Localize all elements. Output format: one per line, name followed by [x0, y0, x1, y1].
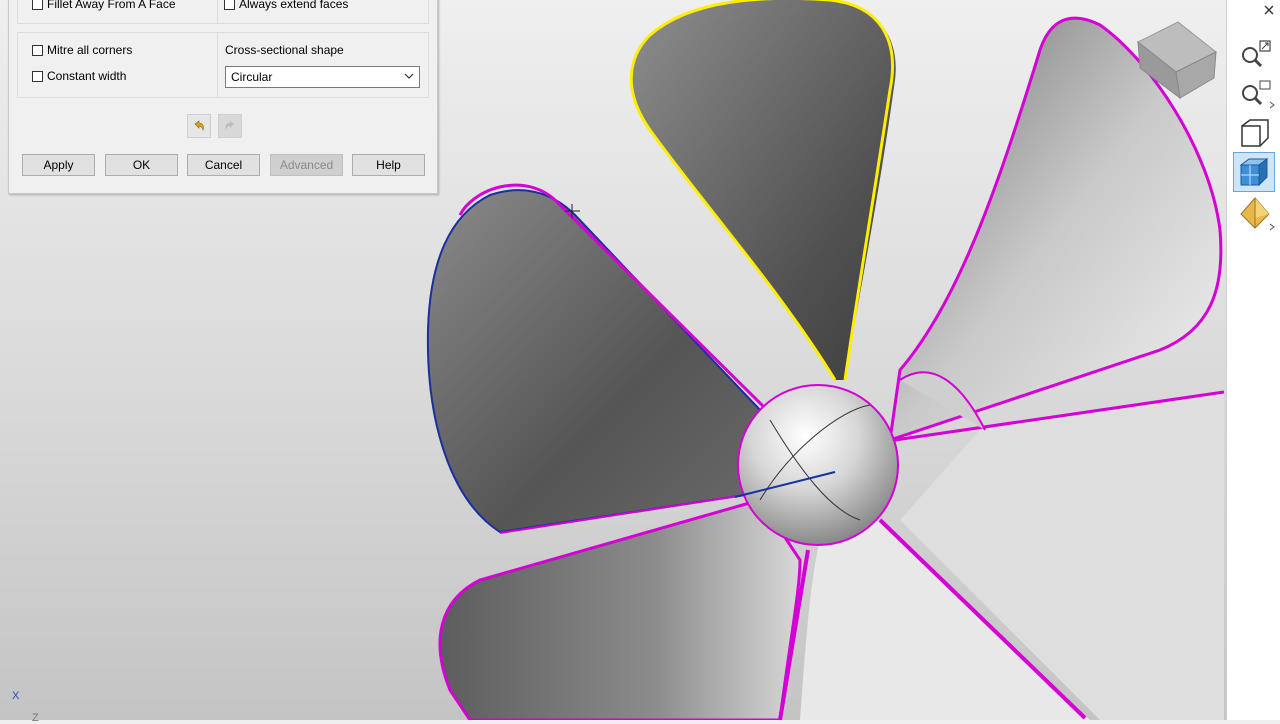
- checkbox-label: Fillet Away From A Face: [47, 0, 176, 11]
- undo-icon: [194, 120, 204, 132]
- wireframe-view-icon[interactable]: [1235, 114, 1275, 152]
- constant-width-checkbox[interactable]: Constant width: [32, 69, 126, 83]
- redo-button[interactable]: [218, 114, 242, 138]
- undo-button[interactable]: [187, 114, 211, 138]
- fillet-dialog: Fillet Away From A Face Always extend fa…: [8, 0, 438, 194]
- help-button[interactable]: Help: [352, 154, 425, 176]
- hub: [737, 384, 899, 546]
- checkbox-box[interactable]: [32, 70, 43, 82]
- options-group-top-left: Fillet Away From A Face: [17, 0, 219, 24]
- options-group-top-right: Always extend faces: [217, 0, 429, 24]
- cross-section-value: Circular: [231, 70, 273, 84]
- checkbox-label: Constant width: [47, 69, 127, 83]
- checkbox-box[interactable]: [224, 0, 235, 10]
- axis-z-label: Z: [32, 712, 39, 724]
- cross-section-select[interactable]: Circular: [225, 66, 420, 88]
- blade-left: [426, 189, 762, 534]
- cross-section-group: Cross-sectional shape Circular: [217, 32, 429, 98]
- mitre-corners-checkbox[interactable]: Mitre all corners: [32, 43, 132, 57]
- redo-icon: [225, 121, 234, 130]
- checkbox-box[interactable]: [32, 0, 43, 10]
- ok-button[interactable]: OK: [105, 154, 178, 176]
- cancel-button[interactable]: Cancel: [187, 154, 260, 176]
- chevron-right-icon[interactable]: [1267, 222, 1277, 232]
- checkbox-label: Always extend faces: [239, 0, 349, 11]
- chevron-down-icon: [404, 73, 414, 79]
- shaded-view-icon[interactable]: [1233, 152, 1275, 192]
- fillet-away-checkbox[interactable]: Fillet Away From A Face: [32, 0, 176, 11]
- chevron-right-icon[interactable]: [1267, 100, 1277, 110]
- close-icon[interactable]: [1261, 2, 1277, 18]
- always-extend-checkbox[interactable]: Always extend faces: [224, 0, 348, 11]
- checkbox-box[interactable]: [32, 44, 43, 56]
- cross-section-label: Cross-sectional shape: [225, 43, 344, 57]
- checkbox-label: Mitre all corners: [47, 43, 133, 57]
- axis-x-label: X: [12, 690, 20, 702]
- axis-triad: X Z: [12, 690, 39, 724]
- advanced-button[interactable]: Advanced: [270, 154, 343, 176]
- apply-button[interactable]: Apply: [22, 154, 95, 176]
- options-group-left: Mitre all corners Constant width: [17, 32, 219, 98]
- blade-lower-left: [438, 498, 802, 720]
- view-toolbar: [1226, 0, 1280, 720]
- zoom-fit-icon[interactable]: [1235, 36, 1275, 72]
